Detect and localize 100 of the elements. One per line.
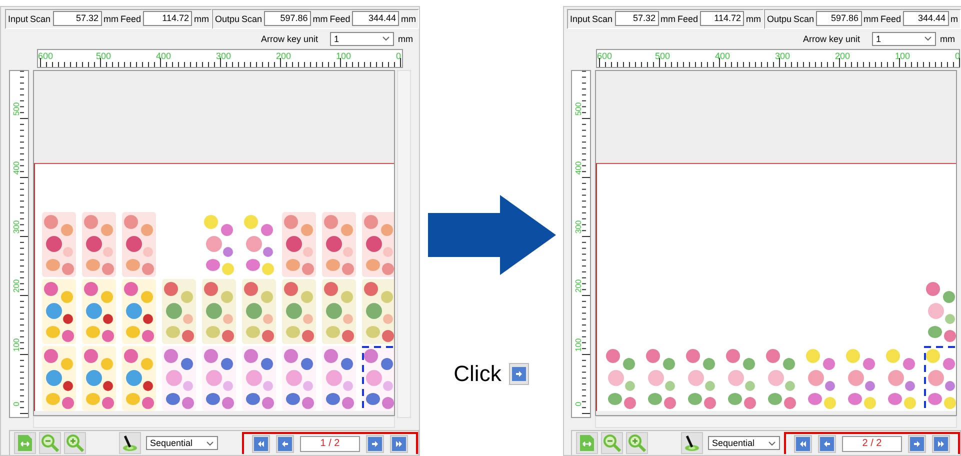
arrow-key-label: Arrow key unit [802, 34, 860, 44]
unit-label: mm [104, 14, 119, 24]
arrow-right-icon [910, 437, 924, 452]
field-label: Feed [678, 14, 698, 24]
pen-target-icon [121, 434, 139, 452]
feed-field[interactable]: 344.44 [903, 11, 948, 26]
arrow-icon [428, 195, 556, 275]
unit-label: mm [660, 14, 676, 24]
unit-label: mm [398, 34, 413, 44]
ruler-label: 100 [336, 50, 352, 61]
horizontal-scrollbar[interactable] [595, 416, 957, 428]
caret-icon [206, 440, 214, 446]
double-arrow-right-icon [934, 437, 948, 452]
zoom-out-icon [603, 434, 621, 452]
ruler-label: 0 [10, 401, 22, 409]
zoom-in-button[interactable] [64, 432, 86, 454]
double-arrow-left-icon [254, 437, 268, 452]
next-page-button[interactable] [908, 435, 926, 454]
unit-label: mm [940, 34, 955, 44]
page-arrows-icon [579, 434, 595, 452]
ruler-label: 600 [597, 50, 612, 61]
unit-label: mm [194, 14, 209, 24]
ruler-label: 400 [156, 50, 172, 61]
fit-page-button[interactable] [14, 432, 36, 454]
arrow-left-icon [278, 437, 292, 452]
zoom-out-button[interactable] [39, 432, 61, 454]
horizontal-scrollbar[interactable] [33, 416, 395, 428]
feed-field[interactable]: 344.44 [352, 11, 399, 26]
ruler-label: 500 [572, 103, 584, 116]
double-arrow-right-icon [392, 437, 406, 452]
page-field[interactable]: 2 / 2 [842, 436, 902, 452]
scan-field[interactable]: 597.86 [816, 11, 862, 26]
first-page-button[interactable] [794, 435, 812, 454]
page-arrows-icon [17, 434, 33, 452]
arrow-left-icon [820, 437, 834, 452]
group-label: Input [570, 14, 590, 24]
ruler-label: 600 [38, 50, 54, 61]
ruler-label: 100 [10, 339, 22, 352]
zoom-out-button[interactable] [601, 432, 623, 454]
zoom-in-icon [628, 434, 646, 452]
ruler-label: 300 [572, 221, 584, 234]
ruler-label: 500 [10, 103, 22, 116]
ruler-label: 0 [572, 401, 584, 409]
fit-page-button[interactable] [576, 432, 598, 454]
feed-field[interactable]: 114.72 [143, 11, 192, 26]
ruler-label: 200 [10, 280, 22, 292]
ruler-label: 300 [775, 50, 790, 61]
last-page-button[interactable] [932, 435, 950, 454]
zoom-in-button[interactable] [626, 432, 648, 454]
feed-field[interactable]: 114.72 [700, 11, 744, 26]
double-arrow-left-icon [796, 437, 810, 452]
group-label: Input [8, 14, 28, 24]
arrow-key-dropdown[interactable]: 1 [330, 32, 394, 46]
ruler-label: 500 [96, 50, 112, 61]
ruler-label: 100 [895, 50, 910, 61]
last-page-button[interactable] [390, 435, 408, 454]
ruler-label: 400 [715, 50, 730, 61]
scan-field[interactable]: 57.32 [52, 11, 102, 26]
ruler-label: 200 [572, 280, 584, 292]
ruler-label: 300 [10, 221, 22, 234]
pen-target-icon [683, 434, 701, 452]
cut-order-button[interactable] [119, 432, 141, 454]
next-page-button[interactable] [366, 435, 384, 454]
group-label: Outpu [215, 14, 240, 24]
ruler-label: 100 [572, 339, 584, 352]
ruler-label: 400 [572, 162, 584, 174]
unit-label: m [950, 14, 958, 24]
ruler-label: 400 [10, 162, 22, 174]
unit-label: mm [746, 14, 761, 24]
order-dropdown[interactable]: Sequential [708, 436, 780, 450]
arrow-key-dropdown[interactable]: 1 [872, 32, 936, 46]
arrow-key-label: Arrow key unit [260, 34, 318, 44]
previous-page-button[interactable] [276, 435, 294, 454]
ruler-label: 300 [216, 50, 232, 61]
first-page-button[interactable] [252, 435, 270, 454]
ruler-label: 200 [835, 50, 850, 61]
unit-label: mm [312, 14, 328, 24]
cut-order-button[interactable] [681, 432, 703, 454]
order-dropdown[interactable]: Sequential [146, 436, 218, 450]
unit-label: mm [864, 14, 879, 24]
previous-page-button[interactable] [818, 435, 836, 454]
ruler-label: 200 [276, 50, 292, 61]
caret-icon [924, 36, 932, 42]
field-label: Scan [794, 14, 814, 24]
page-field[interactable]: 1 / 2 [300, 436, 360, 452]
scan-field[interactable]: 57.32 [614, 11, 659, 26]
caret-icon [768, 440, 776, 446]
ruler-label: 500 [655, 50, 670, 61]
ruler-label: 0 [396, 50, 402, 61]
arrow-right-icon [509, 363, 530, 385]
field-label: Feed [330, 14, 350, 24]
field-label: Scan [242, 14, 262, 24]
ruler-label: 0 [955, 50, 960, 61]
zoom-in-icon [66, 434, 84, 452]
instruction-text: Click [454, 361, 502, 387]
field-label: Feed [120, 14, 142, 24]
scan-field[interactable]: 597.86 [264, 11, 311, 26]
group-label: Outpu [767, 14, 792, 24]
field-label: Feed [880, 14, 902, 24]
field-label: Scan [592, 14, 613, 24]
